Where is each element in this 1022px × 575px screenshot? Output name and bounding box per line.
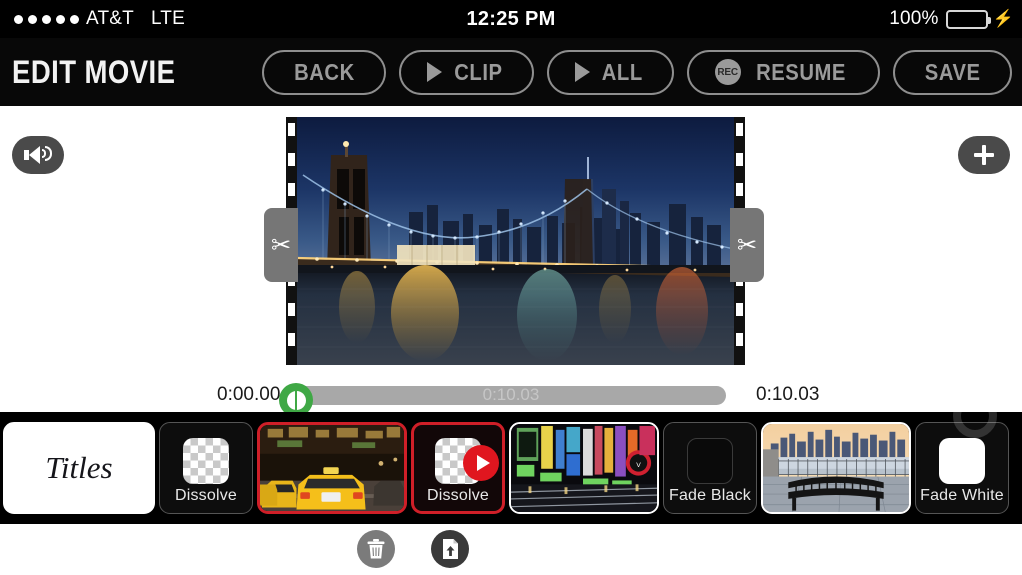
titles-card-label: Titles — [45, 450, 113, 485]
top-toolbar: EDIT MOVIE BACK CLIP ALL REC RESUME SAVE — [0, 38, 1022, 106]
transition-label: Fade White — [920, 486, 1004, 504]
back-button[interactable]: BACK — [261, 49, 387, 95]
film-frame — [286, 117, 745, 365]
list-item[interactable]: Fade White — [915, 422, 1009, 514]
times-square-neon-thumbnail: V — [511, 424, 657, 512]
start-time-label: 0:00.00 — [217, 384, 281, 405]
export-upload-icon — [442, 539, 458, 559]
delete-button[interactable] — [357, 530, 395, 568]
edit-movie-screen: AT&T LTE 12:25 PM 100% ⚡ EDIT MOVIE BACK… — [0, 0, 1022, 575]
battery-icon — [945, 9, 991, 29]
resume-button-label: RESUME — [755, 58, 846, 85]
trim-right-handle[interactable]: ✂ — [730, 208, 764, 282]
video-preview-image[interactable] — [297, 117, 734, 365]
audio-toggle-button[interactable] — [12, 136, 64, 174]
scrubber-track[interactable]: 0:10.03 — [296, 385, 726, 405]
toolbar-actions: BACK CLIP ALL REC RESUME SAVE — [261, 49, 1022, 95]
play-badge-icon[interactable] — [463, 445, 499, 481]
list-item[interactable]: Fade Black — [663, 422, 757, 514]
play-triangle-icon — [575, 62, 591, 82]
list-item[interactable]: Dissolve — [159, 422, 253, 514]
end-time-label: 0:10.03 — [756, 384, 820, 405]
play-all-button[interactable]: ALL — [547, 49, 674, 95]
brooklyn-bridge-preview-illustration — [297, 117, 734, 365]
play-all-button-label: ALL — [601, 58, 643, 85]
black-swatch-icon — [687, 437, 733, 484]
nyc-yellow-taxis-thumbnail — [260, 425, 404, 511]
bench-skyline-dusk-thumbnail — [763, 424, 909, 512]
page-title: EDIT MOVIE — [12, 53, 176, 90]
preview-stage: ✂ ✂ 0:00.00 0:10.03 0:10.03 — [0, 106, 1022, 417]
list-item[interactable]: V — [509, 422, 659, 514]
trash-icon — [367, 539, 385, 559]
play-triangle-icon — [427, 62, 443, 82]
list-item[interactable] — [761, 422, 911, 514]
play-clip-button-label: CLIP — [454, 58, 503, 85]
trim-left-handle[interactable]: ✂ — [264, 208, 298, 282]
status-bar: AT&T LTE 12:25 PM 100% ⚡ — [0, 0, 1022, 38]
transition-label: Fade Black — [668, 486, 752, 504]
speaker-icon — [23, 146, 52, 164]
white-swatch-icon — [939, 437, 985, 484]
playhead-inner-icon — [286, 390, 306, 410]
list-item[interactable]: Dissolve — [411, 422, 505, 514]
checkerboard-icon — [183, 437, 229, 484]
play-clip-button[interactable]: CLIP — [399, 49, 535, 95]
list-item[interactable] — [257, 422, 407, 514]
timeline-scrubber: 0:00.00 0:10.03 0:10.03 — [0, 378, 1022, 417]
duration-label: 0:10.03 — [482, 385, 540, 404]
plus-icon — [973, 144, 995, 166]
resume-recording-button[interactable]: REC RESUME — [686, 49, 880, 95]
transition-label: Dissolve — [174, 486, 238, 504]
save-button[interactable]: SAVE — [892, 49, 1012, 95]
export-button[interactable] — [431, 530, 469, 568]
svg-text:V: V — [636, 462, 641, 469]
add-clip-button[interactable] — [958, 136, 1010, 174]
scissors-icon: ✂ — [736, 231, 758, 259]
scissors-icon: ✂ — [270, 231, 292, 259]
back-button-label: BACK — [293, 58, 355, 85]
rec-badge-icon: REC — [714, 59, 741, 85]
bottom-action-bar — [0, 524, 1022, 575]
transition-label: Dissolve — [426, 486, 490, 504]
clock-label: 12:25 PM — [466, 7, 556, 30]
list-item[interactable]: Titles — [3, 422, 155, 514]
filmstrip[interactable]: Titles Dissolve Dissolve V Fade Black Fa… — [0, 412, 1022, 524]
save-button-label: SAVE — [924, 58, 981, 85]
